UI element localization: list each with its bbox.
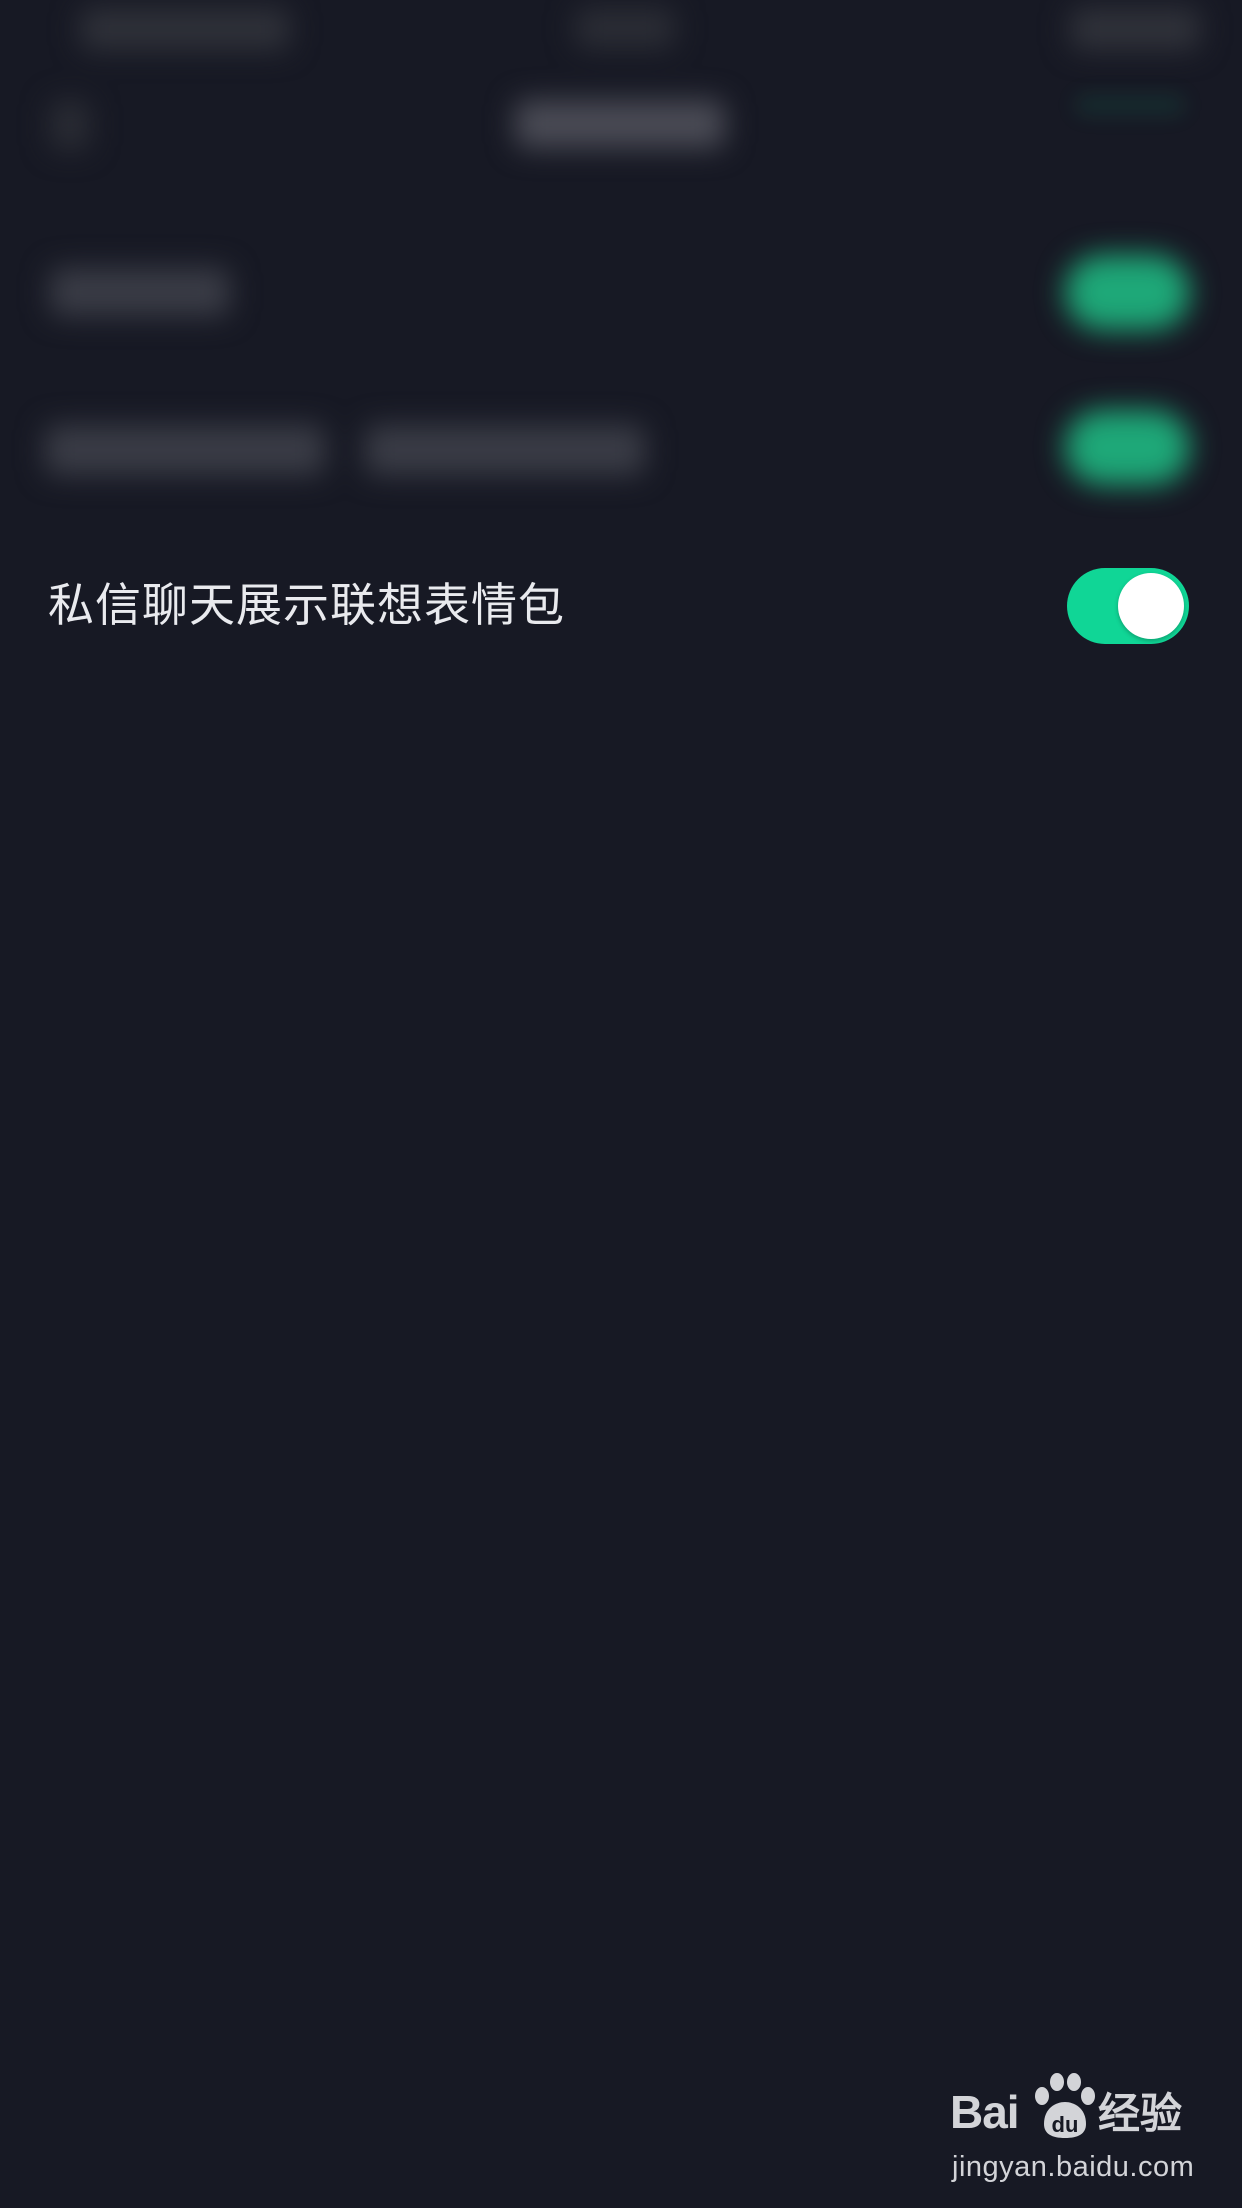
page-title <box>515 100 725 148</box>
toggle-knob <box>1118 573 1184 639</box>
setting-row-1-toggle[interactable] <box>1065 255 1190 330</box>
status-bar-left <box>80 8 290 50</box>
settings-screen: 私信聊天展示联想表情包 Bai du 经验 jingyan.baidu.com <box>0 0 1242 2208</box>
setting-row-1-label <box>50 268 230 316</box>
watermark-brand-cn: 经验 <box>1098 2089 1183 2138</box>
status-bar-right <box>1070 8 1200 50</box>
setting-label: 私信聊天展示联想表情包 <box>48 578 565 632</box>
blurred-region <box>0 0 1242 520</box>
baidu-jingyan-watermark: Bai du 经验 jingyan.baidu.com <box>950 2072 1200 2192</box>
status-bar-time <box>575 8 675 48</box>
setting-row-2-toggle[interactable] <box>1065 410 1190 485</box>
sticker-suggestions-toggle[interactable] <box>1067 568 1189 644</box>
watermark-url: jingyan.baidu.com <box>952 2151 1195 2183</box>
watermark-brand-left: Bai <box>950 2086 1020 2138</box>
setting-row-2-label <box>45 425 325 475</box>
setting-row-sticker-suggestions[interactable]: 私信聊天展示联想表情包 <box>0 560 1242 650</box>
watermark-logo-row: Bai du 经验 <box>950 2072 1200 2142</box>
back-icon[interactable] <box>50 100 90 150</box>
watermark-brand-right: du <box>1052 2112 1079 2137</box>
baidu-paw-icon: du <box>1035 2073 1095 2138</box>
setting-row-2-label-cont <box>365 425 645 475</box>
toggle-glow <box>1075 95 1185 115</box>
